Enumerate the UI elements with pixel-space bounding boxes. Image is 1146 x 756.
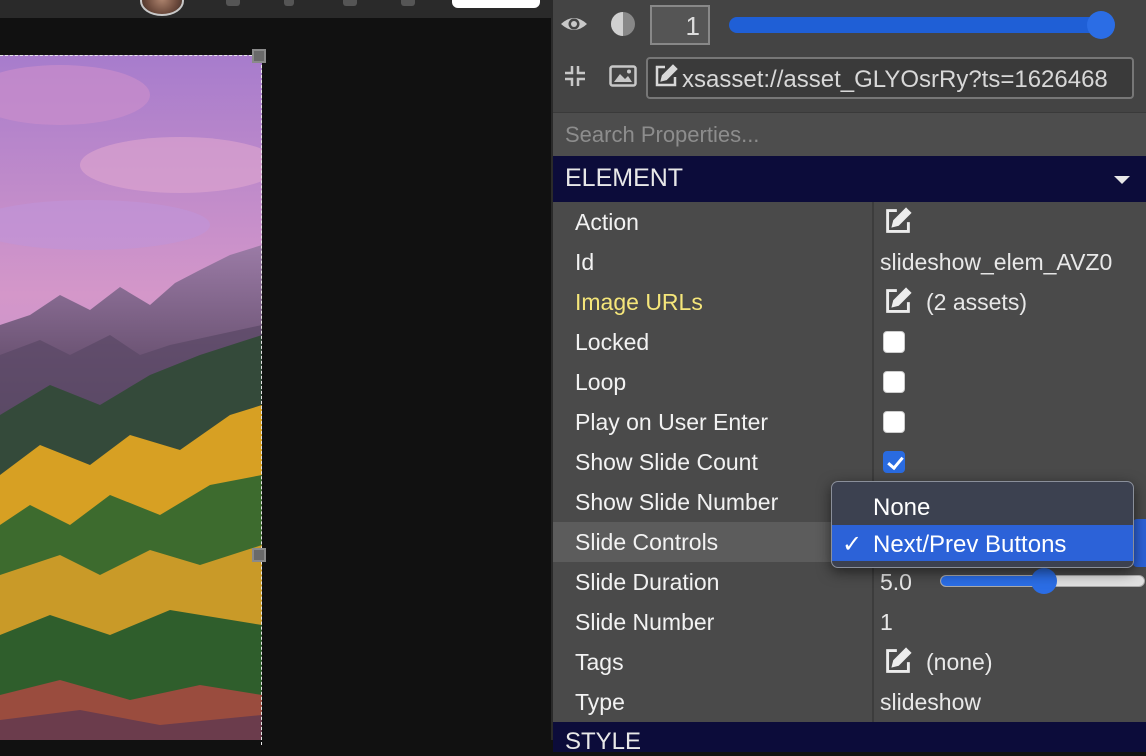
toolbar-icon[interactable] xyxy=(343,0,357,6)
option-label: None xyxy=(873,494,931,521)
slide-controls-dropdown: None ✓ Next/Prev Buttons xyxy=(831,481,1134,568)
property-row-show-slide-count: Show Slide Count xyxy=(553,442,1146,482)
toolbar-icon[interactable] xyxy=(401,0,415,6)
property-value[interactable]: (none) xyxy=(872,642,1146,682)
property-value[interactable]: (2 assets) xyxy=(872,282,1146,322)
resize-handle-right[interactable] xyxy=(252,548,266,562)
property-label: Tags xyxy=(575,649,624,675)
collapse-icon[interactable] xyxy=(563,64,587,93)
section-title: ELEMENT xyxy=(565,164,684,192)
property-label: Slide Number xyxy=(575,609,715,635)
property-row-image-urls: Image URLs (2 assets) xyxy=(553,282,1146,322)
show-slide-count-checkbox[interactable] xyxy=(883,451,905,473)
resize-handle-top-right[interactable] xyxy=(252,49,266,63)
opacity-slider-thumb[interactable] xyxy=(1087,11,1115,39)
property-label: Slide Duration xyxy=(575,569,720,595)
property-label: Show Slide Count xyxy=(575,449,758,475)
edit-icon[interactable] xyxy=(882,206,914,242)
section-header-style[interactable]: STYLE xyxy=(553,722,1146,755)
canvas-top-toolbar xyxy=(0,0,551,18)
property-value[interactable] xyxy=(872,402,1146,442)
edit-icon[interactable] xyxy=(653,63,679,96)
slide-number-value: 1 xyxy=(880,609,893,635)
user-avatar[interactable] xyxy=(140,0,184,16)
property-value: 1 xyxy=(872,602,1146,642)
section-title: STYLE xyxy=(565,728,642,755)
property-value[interactable] xyxy=(872,362,1146,402)
contrast-icon[interactable] xyxy=(609,10,637,43)
property-value[interactable] xyxy=(872,202,1146,242)
chevron-down-icon[interactable] xyxy=(1114,176,1130,184)
property-label: Loop xyxy=(575,369,627,395)
property-label: Action xyxy=(575,209,639,235)
loop-checkbox[interactable] xyxy=(883,371,905,393)
property-value[interactable]: 5.0 xyxy=(872,562,1146,602)
element-toolbar: xsasset://asset_GLYOsrRy?ts=1626468 xyxy=(553,0,1146,112)
image-urls-value: (2 assets) xyxy=(926,289,1027,315)
property-label: Image URLs xyxy=(575,289,703,315)
asset-url-text: xsasset://asset_GLYOsrRy?ts=1626468 xyxy=(682,66,1108,93)
slider-fill xyxy=(941,576,1044,586)
property-list: Action Id slideshow_elem_AVZ0 Image URLs (2 … xyxy=(553,202,1146,722)
property-row-loop: Loop xyxy=(553,362,1146,402)
property-value: slideshow xyxy=(872,682,1146,722)
slider-thumb[interactable] xyxy=(1030,568,1057,594)
toolbar-icon[interactable] xyxy=(226,0,240,6)
toolbar-button[interactable] xyxy=(452,0,540,8)
toolbar-icon[interactable] xyxy=(284,0,294,6)
option-label: Next/Prev Buttons xyxy=(873,531,1067,558)
tags-value: (none) xyxy=(926,649,993,675)
slide-duration-value: 5.0 xyxy=(880,569,912,595)
property-row-tags: Tags (none) xyxy=(553,642,1146,682)
search-properties-input[interactable] xyxy=(553,113,1146,156)
slide-duration-slider[interactable] xyxy=(940,568,1145,594)
section-header-element[interactable]: ELEMENT xyxy=(553,156,1146,202)
edit-icon[interactable] xyxy=(882,646,914,682)
property-row-slide-duration: Slide Duration 5.0 xyxy=(553,562,1146,602)
dropdown-option-none[interactable]: None xyxy=(832,488,1133,524)
property-value[interactable] xyxy=(872,322,1146,362)
opacity-input[interactable] xyxy=(650,5,710,45)
id-value: slideshow_elem_AVZ0 xyxy=(880,249,1113,275)
property-label: Id xyxy=(575,249,595,275)
eye-icon[interactable] xyxy=(559,12,589,41)
search-bar xyxy=(553,112,1146,156)
opacity-slider[interactable] xyxy=(729,11,1115,39)
edit-icon[interactable] xyxy=(882,286,914,322)
property-row-id: Id slideshow_elem_AVZ0 xyxy=(553,242,1146,282)
property-row-play-on-user-enter: Play on User Enter xyxy=(553,402,1146,442)
property-label: Play on User Enter xyxy=(575,409,769,435)
property-row-type: Type slideshow xyxy=(553,682,1146,722)
type-value: slideshow xyxy=(880,689,981,715)
property-value[interactable] xyxy=(872,442,1146,482)
property-label: Type xyxy=(575,689,625,715)
property-label: Show Slide Number xyxy=(575,489,779,515)
property-label: Slide Controls xyxy=(575,529,719,555)
property-value: slideshow_elem_AVZ0 xyxy=(872,242,1146,282)
property-row-slide-number: Slide Number 1 xyxy=(553,602,1146,642)
slide-controls-select[interactable] xyxy=(1133,519,1146,567)
checkmark-icon: ✓ xyxy=(842,531,863,558)
dropdown-option-next-prev-buttons[interactable]: ✓ Next/Prev Buttons xyxy=(832,525,1133,561)
image-icon[interactable] xyxy=(609,64,637,93)
property-label: Locked xyxy=(575,329,650,355)
property-row-action: Action xyxy=(553,202,1146,242)
locked-checkbox[interactable] xyxy=(883,331,905,353)
play-on-user-enter-checkbox[interactable] xyxy=(883,411,905,433)
properties-panel: xsasset://asset_GLYOsrRy?ts=1626468 ELEM… xyxy=(551,0,1146,755)
selection-outline xyxy=(0,55,262,745)
asset-url-field[interactable]: xsasset://asset_GLYOsrRy?ts=1626468 xyxy=(646,57,1134,99)
property-row-locked: Locked xyxy=(553,322,1146,362)
